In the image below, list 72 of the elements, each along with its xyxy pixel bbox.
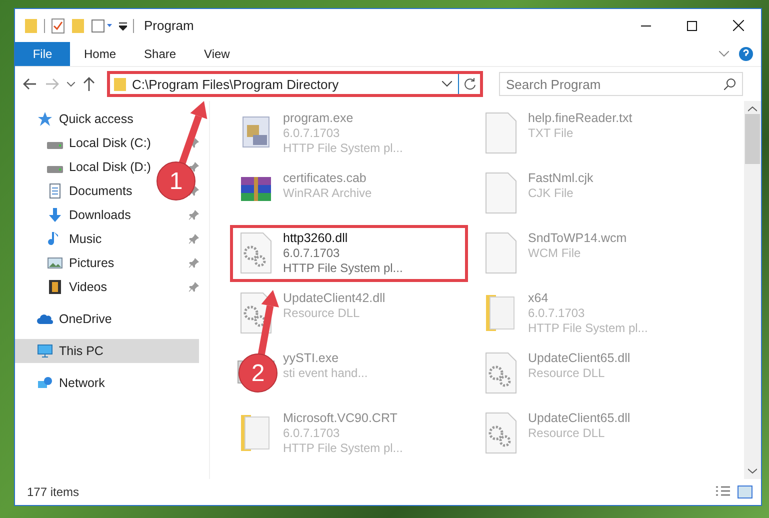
sidebar-item[interactable]: OneDrive — [15, 307, 118, 331]
pin-icon[interactable] — [189, 210, 199, 220]
download-icon — [47, 207, 63, 223]
sidebar-item[interactable]: Videos — [15, 275, 113, 299]
file-detail: CJK File — [528, 186, 574, 200]
sidebar-item[interactable]: Music — [15, 227, 108, 251]
checklist-icon[interactable] — [51, 18, 65, 34]
sidebar-item[interactable]: Local Disk (C:) — [15, 131, 157, 155]
monitor-icon — [37, 343, 53, 359]
network-icon — [37, 375, 53, 391]
file-detail: Resource DLL — [283, 306, 361, 320]
dropdown-icon[interactable] — [119, 20, 127, 30]
file-detail: Resource DLL — [528, 426, 606, 440]
refresh-icon — [464, 78, 476, 90]
close-icon — [732, 20, 744, 31]
large-icons-view-icon[interactable] — [737, 485, 753, 499]
recent-locations-button[interactable] — [67, 82, 75, 86]
star-icon — [37, 111, 53, 127]
pin-icon[interactable] — [189, 162, 199, 172]
file-detail: HTTP File System pl... — [283, 141, 403, 155]
file-detail: sti event hand... — [283, 366, 368, 380]
scroll-down-icon[interactable] — [748, 468, 757, 474]
pin-icon[interactable] — [189, 234, 199, 244]
window-title: Program — [144, 18, 194, 33]
pin-icon[interactable] — [189, 258, 199, 268]
sidebar-item[interactable]: Downloads — [15, 203, 137, 227]
file-detail: WCM File — [528, 246, 582, 260]
scroll-up-icon[interactable] — [748, 106, 757, 112]
properties-icon[interactable] — [91, 18, 113, 32]
step-number-badge: 1 — [156, 162, 196, 200]
sidebar-item[interactable]: Documents — [15, 179, 138, 203]
file-detail: 6.0.7.1703 — [283, 426, 341, 440]
film-icon — [47, 279, 63, 295]
file-menu-tab[interactable]: File — [15, 42, 70, 66]
file-detail: 6.0.7.1703 — [528, 306, 586, 320]
file-detail: Resource DLL — [528, 366, 606, 380]
sidebar-item[interactable]: Network — [15, 371, 111, 395]
ribbon-tab[interactable]: Share — [130, 42, 190, 66]
back-button[interactable] — [23, 78, 37, 90]
drive-icon — [47, 166, 63, 172]
item-count: 177 items — [27, 485, 80, 499]
ribbon-tab[interactable]: View — [190, 42, 244, 66]
file-detail: HTTP File System pl... — [283, 261, 403, 275]
file-detail: 6.0.7.1703 — [283, 246, 341, 260]
folder-icon — [114, 77, 126, 91]
help-icon[interactable] — [739, 47, 753, 61]
search-field[interactable]: Search Program — [499, 72, 743, 96]
sidebar-item[interactable]: Local Disk (D:) — [15, 155, 157, 179]
scrollbar-thumb[interactable] — [745, 114, 760, 164]
pin-icon[interactable] — [189, 282, 199, 292]
picture-icon — [47, 255, 63, 271]
chevron-down-icon[interactable] — [442, 81, 452, 87]
sidebar-item[interactable]: This PC — [15, 339, 199, 363]
file-detail: TXT File — [528, 126, 574, 140]
file-detail: WinRAR Archive — [283, 186, 372, 200]
file-detail: HTTP File System pl... — [528, 321, 648, 335]
highlighted-file-tile[interactable]: http3260.dll 6.0.7.1703 HTTP File System pl... — [230, 225, 468, 282]
sidebar-item[interactable]: Quick access — [15, 107, 140, 131]
address-bar[interactable]: C:\Program Files\Program Directory — [107, 71, 483, 97]
file-detail: HTTP File System pl... — [283, 441, 403, 455]
ribbon-tab[interactable]: Home — [70, 42, 130, 66]
maximize-icon — [687, 20, 697, 30]
step-number-badge: 2 — [238, 354, 278, 392]
pin-icon[interactable] — [189, 138, 199, 148]
minimize-icon — [641, 24, 651, 26]
search-icon[interactable] — [724, 78, 736, 90]
sidebar-item[interactable]: Pictures — [15, 251, 120, 275]
file-name[interactable]: http3260.dll — [283, 231, 403, 245]
file-detail: 6.0.7.1703 — [283, 126, 341, 140]
drive-icon — [47, 142, 63, 148]
document-icon — [47, 183, 63, 199]
up-button[interactable] — [83, 77, 95, 91]
